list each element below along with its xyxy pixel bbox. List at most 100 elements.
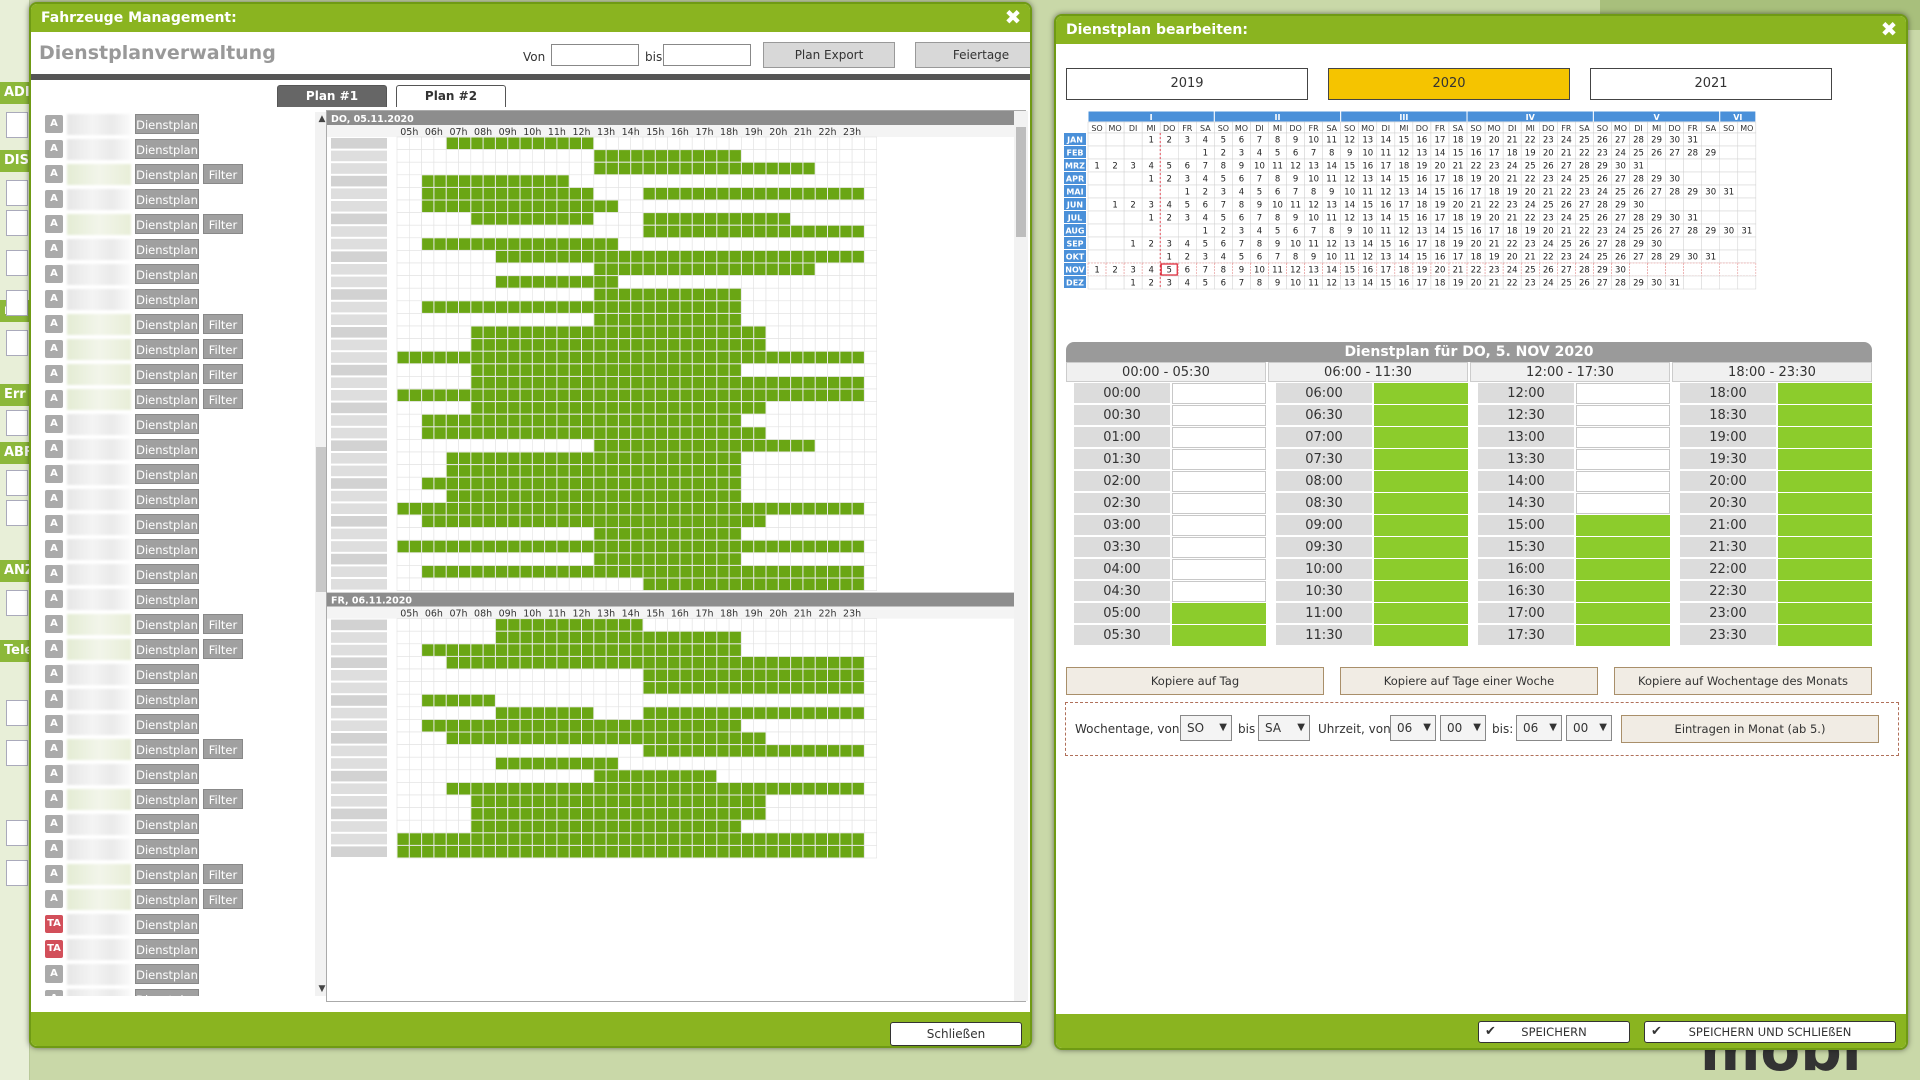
dienstplan-button[interactable]: Dienstplan: [135, 214, 199, 234]
schedule-cell[interactable]: [409, 807, 422, 821]
calendar-day[interactable]: 22: [1471, 266, 1482, 276]
schedule-cell[interactable]: [495, 552, 508, 566]
calendar-day[interactable]: 27: [1615, 175, 1626, 185]
calendar-day[interactable]: 19: [1471, 214, 1482, 224]
schedule-block[interactable]: [532, 619, 545, 631]
schedule-cell[interactable]: [495, 693, 508, 708]
schedule-block[interactable]: [680, 745, 692, 757]
schedule-cell[interactable]: [851, 643, 865, 657]
schedule-block[interactable]: [631, 326, 643, 339]
schedule-cell[interactable]: [790, 819, 804, 834]
schedule-block[interactable]: [569, 757, 581, 770]
schedule-cell[interactable]: [864, 539, 878, 554]
hour-to-select[interactable]: 06 ▼: [1516, 715, 1562, 741]
schedule-block[interactable]: [545, 782, 557, 795]
schedule-block[interactable]: [508, 619, 520, 631]
schedule-cell[interactable]: [630, 681, 644, 695]
schedule-cell[interactable]: [409, 401, 422, 415]
schedule-cell[interactable]: [458, 769, 472, 783]
schedule-block[interactable]: [495, 351, 508, 364]
schedule-cell[interactable]: [470, 527, 484, 541]
schedule-block[interactable]: [692, 820, 704, 833]
calendar-day[interactable]: 5: [1221, 175, 1226, 185]
month-label[interactable]: SEP: [1066, 240, 1083, 249]
schedule-block[interactable]: [852, 745, 864, 757]
schedule-block[interactable]: [778, 540, 791, 553]
schedule-cell[interactable]: [765, 199, 779, 213]
schedule-block[interactable]: [397, 389, 409, 402]
schedule-block[interactable]: [680, 452, 692, 465]
schedule-block[interactable]: [717, 528, 729, 540]
calendar-day[interactable]: 2: [1112, 162, 1117, 172]
schedule-cell[interactable]: [581, 161, 595, 176]
schedule-block[interactable]: [606, 782, 618, 795]
schedule-cell[interactable]: [814, 794, 828, 808]
schedule-cell[interactable]: [827, 489, 841, 503]
schedule-block[interactable]: [545, 276, 557, 288]
schedule-block[interactable]: [582, 515, 594, 528]
schedule-block[interactable]: [483, 326, 495, 339]
calendar-day[interactable]: 23: [1561, 253, 1572, 263]
calendar-day[interactable]: 25: [1525, 266, 1536, 276]
schedule-cell[interactable]: [618, 668, 631, 682]
schedule-block[interactable]: [680, 490, 692, 502]
schedule-block[interactable]: [471, 656, 483, 669]
schedule-block[interactable]: [569, 719, 581, 732]
calendar-day[interactable]: 21: [1507, 214, 1518, 224]
hour-from-select[interactable]: 06 ▼: [1390, 715, 1436, 741]
schedule-cell[interactable]: [851, 731, 865, 745]
schedule-cell[interactable]: [445, 819, 459, 834]
schedule-block[interactable]: [668, 376, 680, 389]
schedule-block[interactable]: [545, 540, 557, 553]
schedule-block[interactable]: [668, 540, 680, 553]
dienstplan-button[interactable]: Dienstplan: [135, 964, 199, 984]
schedule-block[interactable]: [668, 389, 680, 402]
schedule-cell[interactable]: [445, 338, 459, 352]
dienstplan-button[interactable]: Dienstplan: [135, 314, 199, 334]
schedule-block[interactable]: [446, 540, 458, 553]
calendar-day[interactable]: 7: [1311, 227, 1316, 237]
schedule-block[interactable]: [532, 427, 545, 439]
schedule-block[interactable]: [766, 833, 778, 845]
schedule-cell[interactable]: [568, 149, 582, 163]
apply-to-month-button[interactable]: Eintragen in Monat (ab 5.): [1621, 715, 1879, 743]
schedule-block[interactable]: [705, 644, 717, 656]
schedule-cell[interactable]: [544, 693, 558, 708]
schedule-cell[interactable]: [495, 668, 508, 682]
schedule-cell[interactable]: [716, 756, 730, 771]
schedule-cell[interactable]: [396, 224, 410, 239]
schedule-block[interactable]: [705, 389, 717, 402]
schedule-cell[interactable]: [814, 514, 828, 528]
schedule-block[interactable]: [557, 845, 569, 858]
schedule-cell[interactable]: [556, 681, 570, 695]
calendar-day[interactable]: 3: [1239, 227, 1244, 237]
schedule-cell[interactable]: [839, 731, 853, 745]
schedule-block[interactable]: [741, 439, 754, 452]
schedule-block[interactable]: [508, 719, 520, 732]
calendar-day[interactable]: 16: [1417, 175, 1428, 185]
schedule-cell[interactable]: [421, 136, 435, 150]
schedule-cell[interactable]: [864, 464, 878, 478]
schedule-block[interactable]: [422, 644, 434, 656]
calendar-day[interactable]: 17: [1398, 201, 1409, 211]
time-slot-toggle[interactable]: [1576, 493, 1670, 514]
schedule-cell[interactable]: [753, 769, 767, 783]
calendar-day[interactable]: 16: [1471, 227, 1482, 237]
schedule-cell[interactable]: [445, 618, 459, 632]
schedule-cell[interactable]: [482, 681, 496, 695]
schedule-block[interactable]: [655, 669, 668, 682]
schedule-cell[interactable]: [544, 668, 558, 682]
schedule-block[interactable]: [680, 225, 692, 238]
schedule-cell[interactable]: [802, 794, 816, 808]
schedule-block[interactable]: [631, 770, 643, 782]
calendar-day[interactable]: 27: [1669, 227, 1680, 237]
schedule-block[interactable]: [446, 719, 458, 732]
schedule-block[interactable]: [557, 339, 569, 351]
schedule-block[interactable]: [803, 225, 815, 238]
schedule-block[interactable]: [409, 389, 422, 402]
schedule-cell[interactable]: [630, 577, 644, 591]
schedule-block[interactable]: [643, 490, 655, 502]
schedule-block[interactable]: [828, 845, 840, 858]
schedule-cell[interactable]: [519, 744, 533, 758]
schedule-cell[interactable]: [851, 489, 865, 503]
